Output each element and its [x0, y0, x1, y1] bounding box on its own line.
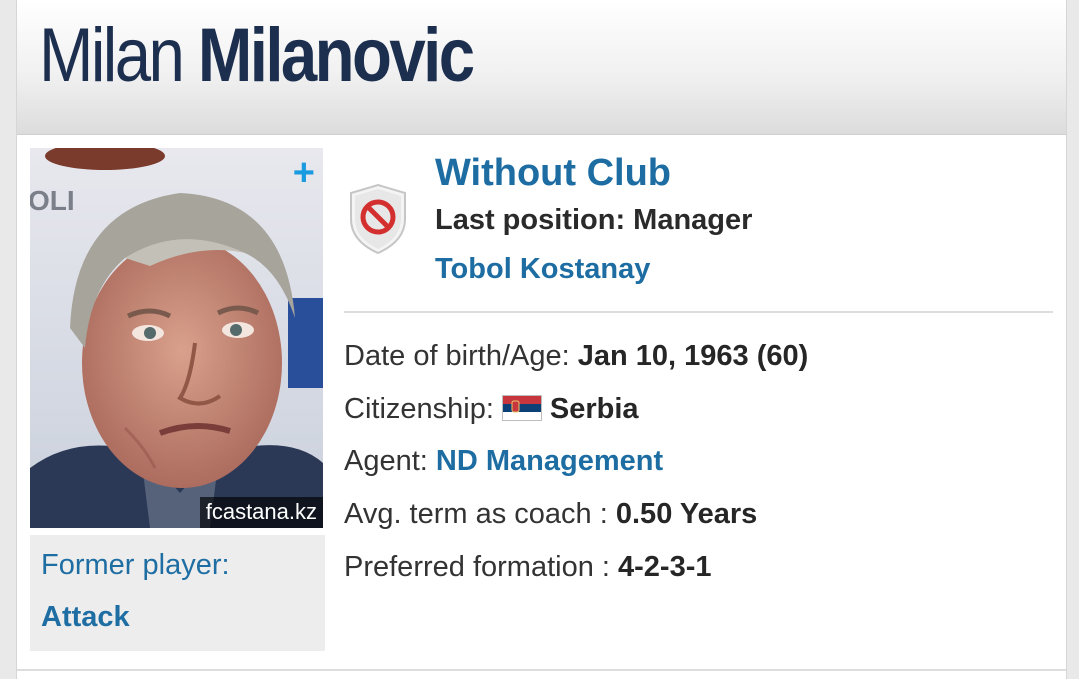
last-name: Milanovic: [197, 13, 475, 98]
agent-link[interactable]: ND Management: [436, 445, 663, 477]
first-name: Milan: [39, 13, 185, 98]
avg-term-value: 0.50 Years: [615, 498, 758, 530]
section-divider: [344, 311, 1053, 313]
serbia-flag-icon: [501, 395, 542, 422]
last-club-link[interactable]: Tobol Kostanay: [435, 253, 650, 286]
former-player-label: Former player:: [41, 549, 230, 581]
profile-card: Milan Milanovic OLI + fcastana.kz Former…: [16, 0, 1067, 679]
profile-header: Milan Milanovic: [17, 0, 1066, 135]
former-player-box: Former player: Attack: [30, 535, 325, 651]
last-position: Last position: Manager: [435, 204, 753, 236]
manager-name: Milan Milanovic: [39, 18, 475, 94]
add-photo-icon[interactable]: +: [293, 154, 315, 192]
dob-label: Date of birth/Age:: [344, 340, 570, 372]
formation-label: Preferred formation :: [344, 551, 610, 583]
avg-term-label: Avg. term as coach :: [344, 498, 608, 530]
dob-value: Jan 10, 1963 (60): [577, 340, 809, 372]
avg-term-row: Avg. term as coach : 0.50 Years: [344, 498, 757, 531]
no-club-shield-icon: [350, 183, 406, 255]
former-player-position: Attack: [41, 601, 130, 633]
agent-label: Agent:: [344, 445, 428, 477]
svg-text:OLI: OLI: [30, 185, 75, 216]
bottom-divider: [17, 669, 1066, 671]
agent-row: Agent: ND Management: [344, 445, 663, 478]
dob-row: Date of birth/Age: Jan 10, 1963 (60): [344, 340, 808, 373]
photo-credit: fcastana.kz: [199, 497, 323, 528]
formation-row: Preferred formation : 4-2-3-1: [344, 551, 712, 584]
citizenship-label: Citizenship:: [344, 393, 494, 425]
portrait-image: OLI: [30, 148, 323, 528]
manager-photo[interactable]: OLI + fcastana.kz: [30, 148, 323, 528]
formation-value: 4-2-3-1: [618, 551, 712, 583]
citizenship-row: Citizenship: Serbia: [344, 393, 639, 426]
citizenship-value: Serbia: [549, 393, 639, 425]
club-status-link[interactable]: Without Club: [435, 152, 671, 195]
